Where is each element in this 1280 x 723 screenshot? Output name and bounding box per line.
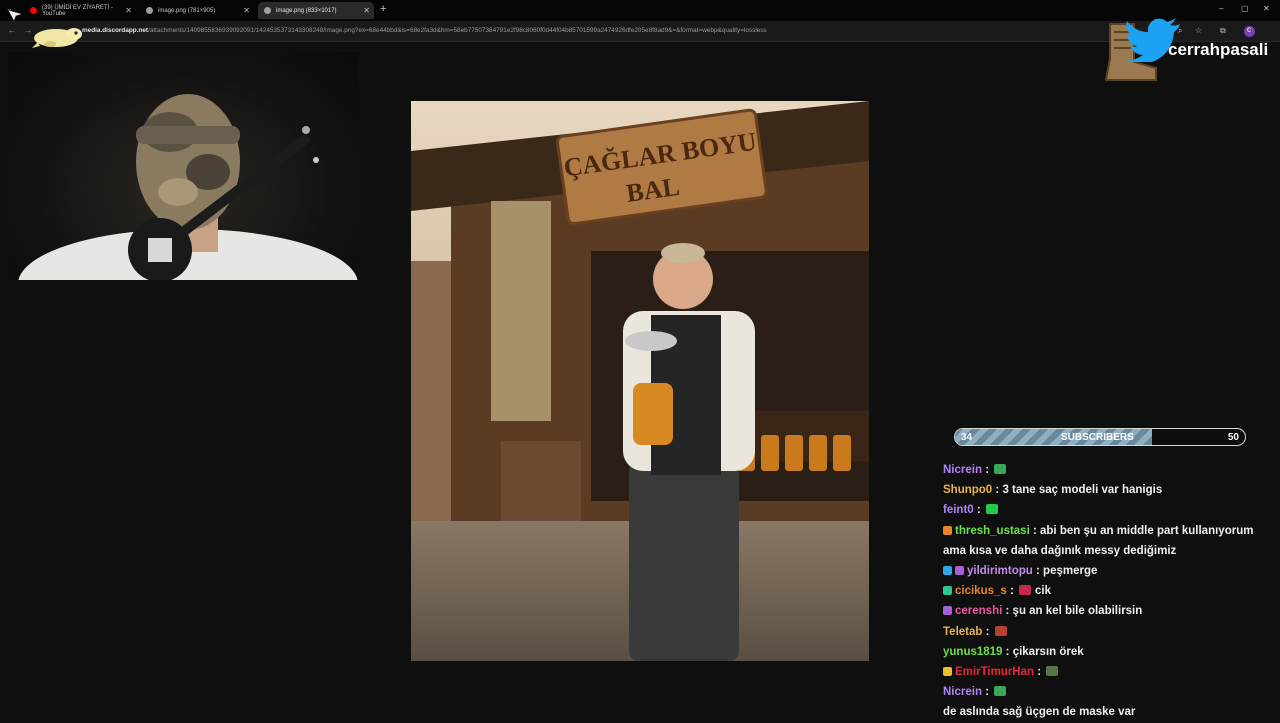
chat-separator: : bbox=[982, 625, 993, 638]
minimize-button[interactable]: – bbox=[1219, 4, 1223, 13]
tab-close-icon[interactable]: ✕ bbox=[243, 6, 250, 15]
chat-username[interactable]: Teletab bbox=[943, 626, 982, 638]
chat-username[interactable]: yildirimtopu bbox=[967, 565, 1033, 577]
chat-username[interactable]: cicikus_s bbox=[955, 585, 1007, 597]
tab-close-icon[interactable]: ✕ bbox=[125, 6, 132, 15]
tab-title: image.png (833×1017) bbox=[276, 7, 337, 14]
chat-separator: : bbox=[982, 464, 993, 476]
tab-youtube[interactable]: (39) ÜMİDİ EV ZİYARETİ - YouTube ✕ bbox=[24, 2, 136, 19]
subscriber-label: SUBSCRIBERS bbox=[1061, 432, 1134, 443]
chat-emote-icon bbox=[994, 625, 1007, 636]
chat-panel: Nicrein : Shunpo0 : 3 tane saç modeli va… bbox=[943, 460, 1277, 723]
chat-message: cerenshi : şu an kel bile olabilirsin bbox=[943, 601, 1277, 621]
chat-message: feint0 : bbox=[943, 500, 1277, 520]
chat-separator: : bbox=[1032, 565, 1044, 578]
chat-message: Nicrein : bbox=[943, 460, 1277, 480]
tab-image-781[interactable]: image.png (781×905) ✕ bbox=[140, 2, 254, 19]
chat-message: yildirimtopu : peşmerge bbox=[943, 561, 1277, 581]
tab-title: (39) ÜMİDİ EV ZİYARETİ - YouTube bbox=[42, 4, 113, 17]
globe-icon bbox=[146, 7, 153, 14]
chat-username[interactable]: Nicrein bbox=[943, 686, 982, 698]
chat-separator: : bbox=[1034, 666, 1045, 679]
new-tab-button[interactable]: + bbox=[380, 3, 386, 15]
chat-username[interactable]: EmirTimurHan bbox=[955, 666, 1034, 678]
chat-emote-icon bbox=[994, 464, 1007, 474]
chat-message: thresh_ustasi : abi ben şu an middle par… bbox=[943, 521, 1277, 561]
chat-text: şu an kel bile olabilirsin bbox=[1012, 605, 1143, 618]
streamer-figure bbox=[18, 94, 358, 280]
main-image: ÇAĞLAR BOYU BAL bbox=[411, 101, 869, 661]
chat-text: de aslında sağ üçgen de maske var bbox=[943, 706, 1136, 719]
chat-badge-icon bbox=[943, 586, 952, 596]
chat-username[interactable]: cerenshi bbox=[955, 605, 1002, 617]
url-host: media.discordapp.net bbox=[82, 27, 149, 34]
chat-message: Nicrein : bbox=[943, 682, 1277, 702]
maximize-button[interactable]: ▢ bbox=[1241, 4, 1249, 13]
globe-icon bbox=[264, 7, 271, 14]
chat-separator: : bbox=[982, 686, 993, 699]
chat-message: Shunpo0 : 3 tane saç modeli var hanigis bbox=[943, 480, 1277, 500]
chat-emote-icon bbox=[985, 504, 998, 515]
channel-logo: cerrahpasali bbox=[1100, 18, 1276, 84]
chat-emote-icon bbox=[994, 686, 1007, 697]
subscriber-goal-bar: 34 SUBSCRIBERS 50 bbox=[954, 428, 1246, 446]
url-field[interactable]: media.discordapp.net/attachments/1409855… bbox=[82, 27, 767, 34]
chat-username[interactable]: Shunpo0 bbox=[943, 484, 992, 496]
chat-username[interactable]: thresh_ustasi bbox=[955, 525, 1030, 537]
chat-separator: : bbox=[973, 504, 984, 517]
chat-separator: : bbox=[1002, 645, 1013, 658]
chat-username[interactable]: feint0 bbox=[943, 504, 974, 516]
chat-emote-icon bbox=[1046, 666, 1059, 677]
chat-badge-icon bbox=[943, 525, 952, 535]
youtube-icon bbox=[30, 7, 37, 14]
chat-badge-icon bbox=[943, 606, 952, 616]
chat-separator: : bbox=[1006, 585, 1018, 598]
chat-text: 3 tane saç modeli var hanigis bbox=[1002, 484, 1163, 497]
url-path: /attachments/1409855836939092091/1424535… bbox=[148, 27, 767, 34]
back-icon[interactable]: ← bbox=[8, 26, 16, 35]
address-bar: ← → media.discordapp.net/attachments/140… bbox=[0, 21, 1280, 42]
cursor-icon bbox=[7, 9, 24, 22]
chat-username[interactable]: Nicrein bbox=[943, 464, 982, 476]
chat-message: yunus1819 : çikarsın örek bbox=[943, 642, 1277, 662]
subscriber-goal: 50 bbox=[1227, 432, 1239, 443]
chat-text: çikarsın örek bbox=[1012, 645, 1084, 658]
chat-text: peşmerge bbox=[1043, 565, 1098, 578]
chat-emote-icon bbox=[1019, 585, 1032, 596]
tab-image-833[interactable]: image.png (833×1017) ✕ bbox=[258, 2, 374, 19]
chat-message: cicikus_s : cik bbox=[943, 581, 1277, 601]
tab-close-icon[interactable]: ✕ bbox=[363, 6, 370, 15]
chat-badge-icon bbox=[943, 566, 952, 576]
chat-separator: : bbox=[1029, 524, 1041, 537]
chat-message: EmirTimurHan : bbox=[943, 662, 1277, 682]
chat-separator: : bbox=[992, 484, 1003, 497]
chat-badge-icon bbox=[955, 566, 964, 576]
chat-text: cik bbox=[1035, 585, 1052, 598]
tab-title: image.png (781×905) bbox=[158, 7, 216, 14]
subscriber-count: 34 bbox=[961, 432, 973, 443]
mascot-sticker bbox=[32, 28, 82, 48]
webcam-feed bbox=[8, 52, 359, 280]
chat-message: Teletab : bbox=[943, 622, 1277, 642]
chat-separator: : bbox=[1002, 605, 1013, 618]
chat-badge-icon bbox=[943, 667, 952, 677]
chat-username[interactable]: yunus1819 bbox=[943, 646, 1002, 658]
honey-shop-image: ÇAĞLAR BOYU BAL bbox=[411, 101, 869, 661]
close-window-button[interactable]: ✕ bbox=[1263, 4, 1270, 13]
browser-tab-bar: ⌄ (39) ÜMİDİ EV ZİYARETİ - YouTube ✕ ima… bbox=[0, 0, 1280, 21]
channel-name: cerrahpasali bbox=[1168, 40, 1269, 59]
